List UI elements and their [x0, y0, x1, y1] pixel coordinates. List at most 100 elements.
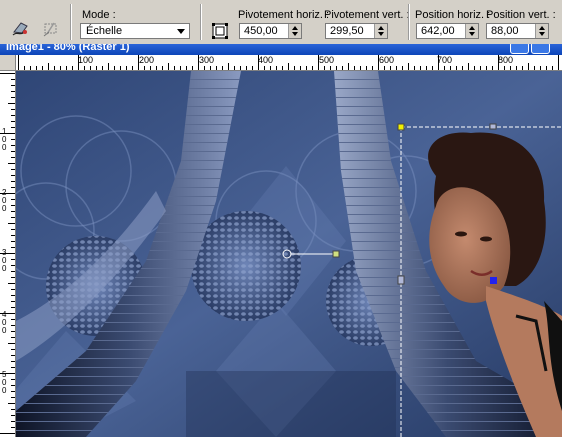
ruler-tick [78, 55, 79, 70]
pivot-vertical-spinner[interactable] [374, 24, 387, 38]
ruler-tick [234, 66, 235, 70]
ruler-tick [468, 63, 469, 70]
ruler-tick [528, 63, 529, 70]
ruler-tick [282, 66, 283, 70]
ruler-tick [390, 66, 391, 70]
ruler-tick [102, 66, 103, 70]
ruler-tick [408, 63, 409, 70]
ruler-tick [330, 66, 331, 70]
ruler-tick [11, 271, 15, 272]
ruler-tick [432, 66, 433, 70]
ruler-label: 300 [199, 55, 215, 65]
ruler-tick [300, 66, 301, 70]
ruler-tick [546, 66, 547, 70]
ruler-tick [11, 175, 15, 176]
ruler-tick [222, 66, 223, 70]
ruler-tick [204, 66, 205, 70]
ruler-tick [0, 373, 15, 374]
ruler-tick [66, 66, 67, 70]
minimize-button[interactable] [510, 44, 529, 54]
ruler-tick [168, 63, 169, 70]
ruler-tick [11, 289, 15, 290]
ruler-tick [11, 367, 15, 368]
document-title-bar[interactable]: Image1 - 80% (Raster 1) [0, 44, 562, 55]
ruler-tick [240, 66, 241, 70]
ruler-tick [216, 66, 217, 70]
ruler-tick [558, 55, 559, 70]
ruler-tick [180, 66, 181, 70]
ruler-tick [288, 63, 289, 70]
position-vertical-spinner[interactable] [535, 24, 548, 38]
ruler-tick [486, 66, 487, 70]
ruler-tick [0, 253, 15, 254]
ruler-tick [354, 66, 355, 70]
position-horizontal-spinner[interactable] [465, 24, 478, 38]
image-canvas[interactable] [16, 71, 562, 437]
ruler-tick [11, 211, 15, 212]
ruler-tick [18, 55, 19, 70]
ruler-tick [11, 421, 15, 422]
ruler-tick [11, 391, 15, 392]
ruler-tick [372, 66, 373, 70]
pivot-vertical-label: Pivotement vert. : [324, 9, 410, 21]
position-vertical-input[interactable]: 88,00 [486, 23, 549, 39]
ruler-tick [414, 66, 415, 70]
ruler-tick [456, 66, 457, 70]
ruler-tick [126, 66, 127, 70]
ruler-tick [11, 361, 15, 362]
ruler-tick [8, 103, 15, 104]
ruler-label: 700 [437, 55, 453, 65]
ruler-tick [11, 295, 15, 296]
ruler-tick [11, 91, 15, 92]
ruler-tick [11, 79, 15, 80]
pivot-vertical-input[interactable]: 299,50 [325, 23, 388, 39]
ruler-tick [11, 217, 15, 218]
ruler-label: 500 [319, 55, 335, 65]
ruler-tick [342, 66, 343, 70]
ruler-tick [492, 66, 493, 70]
ruler-tick [72, 66, 73, 70]
ruler-tick [426, 66, 427, 70]
pivot-horizontal-input[interactable]: 450,00 [239, 23, 302, 39]
deform-tool-icon[interactable] [40, 18, 62, 40]
ruler-tick [11, 127, 15, 128]
maximize-button[interactable] [531, 44, 550, 54]
ruler-tick [11, 325, 15, 326]
ruler-tick [8, 343, 15, 344]
ruler-tick [11, 97, 15, 98]
ruler-tick [11, 265, 15, 266]
ruler-tick [138, 55, 139, 70]
ruler-tick [186, 66, 187, 70]
pivot-horizontal-spinner[interactable] [288, 24, 301, 38]
ruler-tick [480, 66, 481, 70]
ruler-tick [11, 247, 15, 248]
ruler-tick [450, 66, 451, 70]
ruler-tick [324, 66, 325, 70]
ruler-tick [11, 355, 15, 356]
ruler-tick [8, 283, 15, 284]
mode-dropdown[interactable]: Échelle [80, 23, 190, 39]
ruler-tick [198, 55, 199, 70]
ruler-tick [11, 157, 15, 158]
pick-tool-icon[interactable] [10, 18, 32, 40]
apply-deform-icon[interactable] [209, 20, 231, 42]
position-horizontal-input[interactable]: 642,00 [416, 23, 479, 39]
ruler-tick [258, 55, 259, 70]
ruler-tick [8, 223, 15, 224]
ruler-corner [0, 55, 16, 71]
ruler-tick [11, 145, 15, 146]
ruler-tick [11, 307, 15, 308]
ruler-tick [402, 66, 403, 70]
pivot-horizontal-label: Pivotement horiz. : [238, 9, 330, 21]
ruler-tick [360, 66, 361, 70]
ruler-tick [11, 121, 15, 122]
pivot-vertical-value: 299,50 [330, 25, 364, 37]
ruler-tick [11, 337, 15, 338]
ruler-tick [11, 229, 15, 230]
document-title: Image1 - 80% (Raster 1) [6, 44, 130, 53]
ruler-tick [540, 66, 541, 70]
ruler-tick [384, 66, 385, 70]
ruler-tick [114, 66, 115, 70]
ruler-tick [11, 319, 15, 320]
ruler-tick [348, 63, 349, 70]
